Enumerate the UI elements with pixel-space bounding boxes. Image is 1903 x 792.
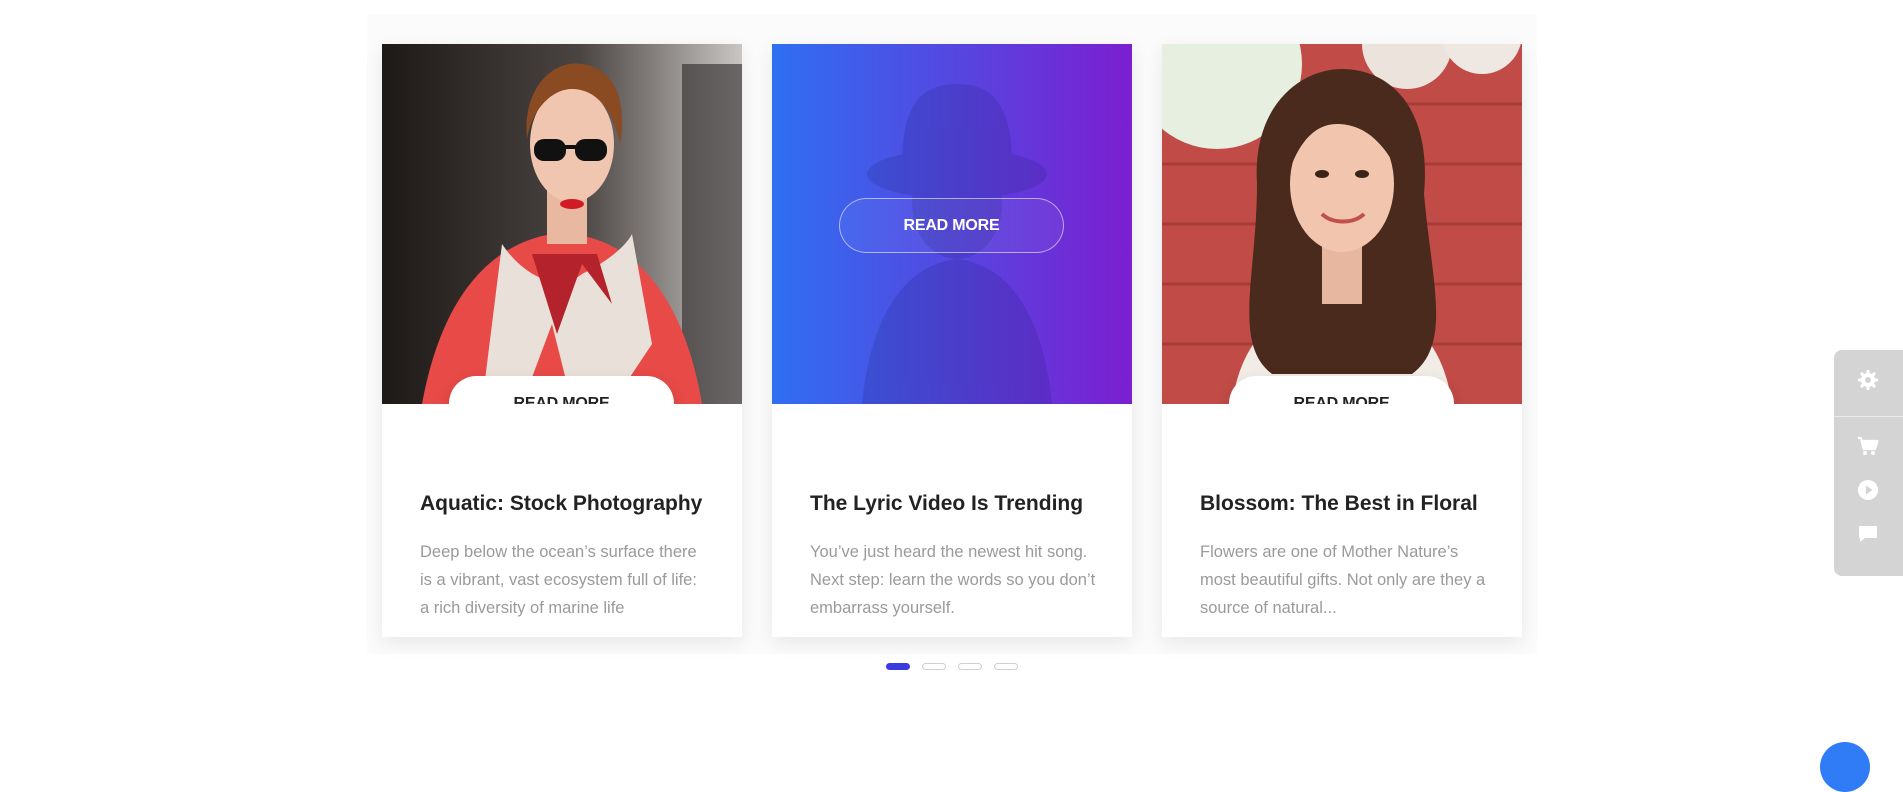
- card-title[interactable]: Aquatic: Stock Photography: [420, 492, 720, 516]
- pagination-dot-2[interactable]: [922, 663, 946, 670]
- pagination-dot-4[interactable]: [994, 663, 1018, 670]
- card-title[interactable]: The Lyric Video Is Trending: [810, 492, 1110, 516]
- play-icon[interactable]: [1856, 478, 1880, 502]
- chat-icon[interactable]: [1856, 522, 1880, 546]
- blog-card-lyric-video: READ MORE The Lyric Video Is Trending Yo…: [772, 44, 1132, 637]
- pagination-dot-1[interactable]: [886, 663, 910, 670]
- card-title[interactable]: Blossom: The Best in Floral: [1200, 492, 1500, 516]
- card-excerpt: Deep below the ocean’s surface there is …: [420, 543, 697, 617]
- card-excerpt: Flowers are one of Mother Nature’s most …: [1200, 543, 1486, 617]
- blog-card-blossom: READ MORE Blossom: The Best in Floral Fl…: [1162, 44, 1522, 637]
- smiling-woman-photo: [1162, 44, 1522, 404]
- fashion-model-photo: [382, 44, 742, 404]
- card-excerpt: You’ve just heard the newest hit song. N…: [810, 543, 1096, 617]
- card-image-smiling-woman[interactable]: READ MORE: [1162, 44, 1522, 404]
- scroll-to-top-button[interactable]: [1820, 742, 1870, 792]
- read-more-button[interactable]: READ MORE: [839, 198, 1064, 253]
- blog-card-aquatic: READ MORE Aquatic: Stock Photography Dee…: [382, 44, 742, 637]
- cart-icon[interactable]: [1856, 434, 1880, 458]
- read-more-button[interactable]: READ MORE: [449, 376, 674, 404]
- carousel-pagination: [886, 663, 1018, 670]
- side-toolbar-divider: [1834, 416, 1903, 417]
- blog-carousel: READ MORE Aquatic: Stock Photography Dee…: [367, 14, 1537, 654]
- card-image-hover-overlay[interactable]: READ MORE: [772, 44, 1132, 404]
- side-toolbar: [1834, 350, 1903, 576]
- read-more-button[interactable]: READ MORE: [1229, 376, 1454, 404]
- gear-icon[interactable]: [1856, 368, 1880, 392]
- pagination-dot-3[interactable]: [958, 663, 982, 670]
- card-image-fashion-model[interactable]: READ MORE: [382, 44, 742, 404]
